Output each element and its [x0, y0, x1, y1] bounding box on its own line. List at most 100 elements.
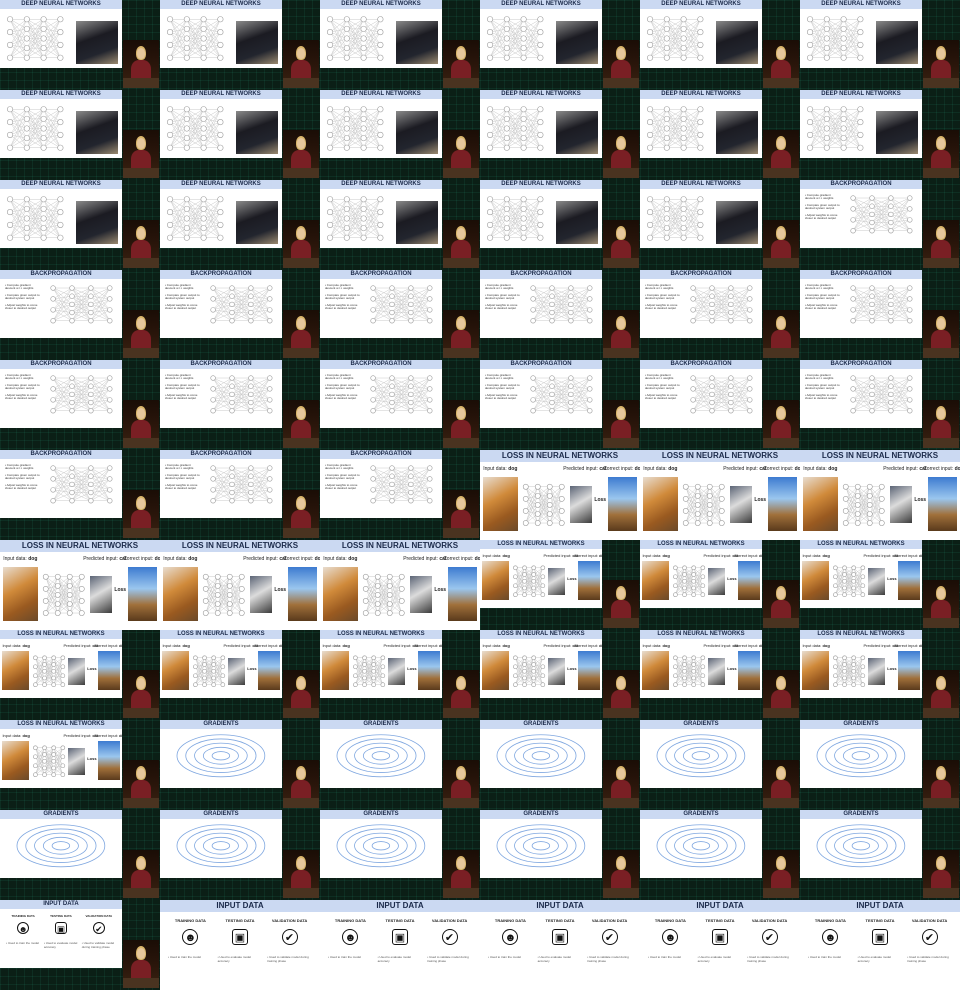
thumbnail-30[interactable]: BACKPROPAGATION • Compute gradient descen…	[800, 360, 960, 450]
slide-dnn: DEEP NEURAL NETWORKS	[0, 0, 122, 68]
thumbnail-44[interactable]: LOSS IN NEURAL NETWORKS Input data: dog Pr…	[160, 630, 320, 720]
presenter-icon: ▣	[55, 922, 67, 934]
thumbnail-10[interactable]: DEEP NEURAL NETWORKS	[480, 90, 640, 180]
thumbnail-62[interactable]: INPUT DATA TRAINING DATA ☻ • Used to train …	[160, 900, 320, 990]
thumbnail-54[interactable]: GRADIENTS	[800, 720, 960, 810]
slide-dnn: DEEP NEURAL NETWORKS	[320, 180, 442, 248]
presenter-video	[603, 220, 639, 268]
input-label: Input data: dog	[482, 553, 509, 558]
thumbnail-59[interactable]: GRADIENTS	[640, 810, 800, 900]
thumbnail-26[interactable]: BACKPROPAGATION • Compute gradient descen…	[160, 360, 320, 450]
thumbnail-60[interactable]: GRADIENTS	[800, 810, 960, 900]
thumbnail-38[interactable]: LOSS IN NEURAL NETWORKS Input data: dog Pr…	[160, 540, 320, 630]
slide-loss: LOSS IN NEURAL NETWORKS Input data: dog Pr…	[160, 540, 320, 630]
column-description: • Used to evaluate model accuracy	[43, 941, 78, 950]
thumbnail-6[interactable]: DEEP NEURAL NETWORKS	[800, 0, 960, 90]
thumbnail-12[interactable]: DEEP NEURAL NETWORKS	[800, 90, 960, 180]
thumbnail-5[interactable]: DEEP NEURAL NETWORKS	[640, 0, 800, 90]
thumbnail-55[interactable]: GRADIENTS	[0, 810, 160, 900]
presenter-video	[923, 130, 959, 178]
thumbnail-64[interactable]: INPUT DATA TRAINING DATA ☻ • Used to train …	[480, 900, 640, 990]
thumbnail-52[interactable]: GRADIENTS	[480, 720, 640, 810]
thumbnail-7[interactable]: DEEP NEURAL NETWORKS	[0, 90, 160, 180]
thumbnail-35[interactable]: LOSS IN NEURAL NETWORKS Input data: dog Pr…	[640, 450, 800, 540]
neural-network-diagram	[210, 465, 273, 504]
thumbnail-1[interactable]: DEEP NEURAL NETWORKS	[0, 0, 160, 90]
correct-label: Correct input: dog	[763, 466, 800, 472]
presenter-desk	[763, 888, 799, 898]
thumbnail-66[interactable]: INPUT DATA TRAINING DATA ☻ • Used to train …	[800, 900, 960, 990]
thumbnail-17[interactable]: DEEP NEURAL NETWORKS	[640, 180, 800, 270]
correct-label: Correct input: dog	[283, 556, 320, 562]
thumbnail-49[interactable]: LOSS IN NEURAL NETWORKS Input data: dog Pr…	[0, 720, 160, 810]
column-heading: TESTING DATA	[545, 917, 575, 923]
thumbnail-23[interactable]: BACKPROPAGATION • Compute gradient descen…	[640, 270, 800, 360]
thumbnail-21[interactable]: BACKPROPAGATION • Compute gradient descen…	[320, 270, 480, 360]
neural-network-diagram	[327, 106, 384, 151]
thumbnail-9[interactable]: DEEP NEURAL NETWORKS	[320, 90, 480, 180]
dog-correct-photo	[97, 740, 120, 781]
thumbnail-36[interactable]: LOSS IN NEURAL NETWORKS Input data: dog Pr…	[800, 450, 960, 540]
thumbnail-58[interactable]: GRADIENTS	[480, 810, 640, 900]
bullet-item: • Compare given output to desired system…	[644, 382, 680, 391]
thumbnail-34[interactable]: LOSS IN NEURAL NETWORKS Input data: dog Pr…	[480, 450, 640, 540]
input-label-text: Input data:	[483, 466, 507, 472]
presenter-desk	[443, 168, 479, 178]
thumbnail-3[interactable]: DEEP NEURAL NETWORKS	[320, 0, 480, 90]
thumbnail-46[interactable]: LOSS IN NEURAL NETWORKS Input data: dog Pr…	[480, 630, 640, 720]
presenter-face	[616, 228, 626, 239]
thumbnail-11[interactable]: DEEP NEURAL NETWORKS	[640, 90, 800, 180]
thumbnail-40[interactable]: LOSS IN NEURAL NETWORKS Input data: dog Pr…	[480, 540, 640, 630]
thumbnail-31[interactable]: BACKPROPAGATION • Compute gradient descen…	[0, 450, 160, 540]
thumbnail-27[interactable]: BACKPROPAGATION • Compute gradient descen…	[320, 360, 480, 450]
checkmark-icon: ✔	[761, 928, 778, 945]
dog-photo	[75, 20, 119, 64]
thumbnail-29[interactable]: BACKPROPAGATION • Compute gradient descen…	[640, 360, 800, 450]
thumbnail-63[interactable]: INPUT DATA TRAINING DATA ☻ • Used to train …	[320, 900, 480, 990]
thumbnail-20[interactable]: BACKPROPAGATION • Compute gradient descen…	[160, 270, 320, 360]
thumbnail-48[interactable]: LOSS IN NEURAL NETWORKS Input data: dog Pr…	[800, 630, 960, 720]
thumbnail-28[interactable]: BACKPROPAGATION • Compute gradient descen…	[480, 360, 640, 450]
thumbnail-56[interactable]: GRADIENTS	[160, 810, 320, 900]
input-label-text: Input data:	[643, 466, 667, 472]
dog-photo	[555, 200, 599, 244]
thumbnail-45[interactable]: LOSS IN NEURAL NETWORKS Input data: dog Pr…	[320, 630, 480, 720]
thumbnail-4[interactable]: DEEP NEURAL NETWORKS	[480, 0, 640, 90]
thumbnail-37[interactable]: LOSS IN NEURAL NETWORKS Input data: dog Pr…	[0, 540, 160, 630]
thumbnail-42[interactable]: LOSS IN NEURAL NETWORKS Input data: dog Pr…	[800, 540, 960, 630]
thumbnail-47[interactable]: LOSS IN NEURAL NETWORKS Input data: dog Pr…	[640, 630, 800, 720]
thumbnail-2[interactable]: DEEP NEURAL NETWORKS	[160, 0, 320, 90]
thumbnail-15[interactable]: DEEP NEURAL NETWORKS	[320, 180, 480, 270]
thumbnail-53[interactable]: GRADIENTS	[640, 720, 800, 810]
dog-input-photo	[642, 560, 670, 601]
predicted-label-text: Predicted input:	[63, 643, 92, 648]
thumbnail-13[interactable]: DEEP NEURAL NETWORKS	[0, 180, 160, 270]
thumbnail-24[interactable]: BACKPROPAGATION • Compute gradient descen…	[800, 270, 960, 360]
thumbnail-25[interactable]: BACKPROPAGATION • Compute gradient descen…	[0, 360, 160, 450]
thumbnail-51[interactable]: GRADIENTS	[320, 720, 480, 810]
thumbnail-16[interactable]: DEEP NEURAL NETWORKS	[480, 180, 640, 270]
thumbnail-65[interactable]: INPUT DATA TRAINING DATA ☻ • Used to train …	[640, 900, 800, 990]
slide-grad: GRADIENTS	[160, 810, 282, 878]
slide-title: DEEP NEURAL NETWORKS	[640, 90, 762, 99]
presenter-video	[123, 760, 159, 808]
dog-input-photo	[482, 650, 510, 691]
thumbnail-8[interactable]: DEEP NEURAL NETWORKS	[160, 90, 320, 180]
thumbnail-57[interactable]: GRADIENTS	[320, 810, 480, 900]
thumbnail-22[interactable]: BACKPROPAGATION • Compute gradient descen…	[480, 270, 640, 360]
thumbnail-43[interactable]: LOSS IN NEURAL NETWORKS Input data: dog Pr…	[0, 630, 160, 720]
dog-input-photo	[3, 567, 39, 621]
brain-person-icon: ☻	[822, 928, 839, 945]
thumbnail-41[interactable]: LOSS IN NEURAL NETWORKS Input data: dog Pr…	[640, 540, 800, 630]
thumbnail-32[interactable]: BACKPROPAGATION • Compute gradient descen…	[160, 450, 320, 540]
thumbnail-39[interactable]: LOSS IN NEURAL NETWORKS Input data: dog Pr…	[320, 540, 480, 630]
loss-label: Loss	[727, 575, 737, 581]
thumbnail-19[interactable]: BACKPROPAGATION • Compute gradient descen…	[0, 270, 160, 360]
neural-network-diagram	[32, 655, 65, 688]
thumbnail-50[interactable]: GRADIENTS	[160, 720, 320, 810]
thumbnail-33[interactable]: BACKPROPAGATION • Compute gradient descen…	[320, 450, 480, 540]
thumbnail-61[interactable]: INPUT DATA TRAINING DATA ☻ • Used to train …	[0, 900, 160, 990]
slide-title: DEEP NEURAL NETWORKS	[0, 0, 122, 9]
thumbnail-18[interactable]: BACKPROPAGATION • Compute gradient descen…	[800, 180, 960, 270]
thumbnail-14[interactable]: DEEP NEURAL NETWORKS	[160, 180, 320, 270]
